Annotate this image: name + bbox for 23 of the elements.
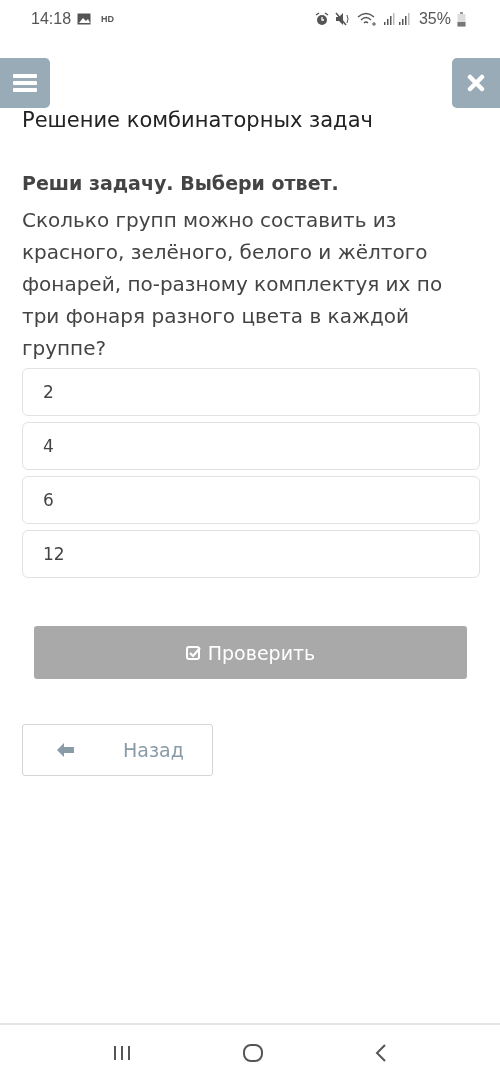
battery-percent: 35% (418, 10, 451, 28)
answer-option[interactable]: 12 (22, 530, 480, 578)
page-title: Решение комбинаторных задач (22, 108, 374, 132)
hd-label: HD (101, 14, 115, 24)
home-icon[interactable] (243, 1044, 263, 1062)
status-time: 14:18 (31, 10, 72, 28)
arrow-left-icon (57, 743, 75, 757)
battery-icon (457, 11, 466, 27)
signal-icon (382, 12, 413, 26)
wifi-icon (356, 12, 377, 26)
mute-icon (334, 12, 351, 26)
image-icon (77, 13, 92, 25)
answer-option[interactable]: 6 (22, 476, 480, 524)
recent-apps-icon[interactable] (113, 1045, 131, 1061)
question-text: Сколько групп можно составить из красного, зелёного, белого и жёлтого фонарей, по-разному комплектуя их по три фонаря разного цвета в каждой группе? (22, 207, 444, 362)
close-icon (467, 74, 485, 92)
menu-icon (13, 73, 37, 93)
checkbox-icon (185, 644, 202, 661)
back-icon[interactable] (375, 1044, 387, 1062)
answer-option[interactable]: 2 (22, 368, 480, 416)
answer-option[interactable]: 4 (22, 422, 480, 470)
alarm-icon (314, 12, 329, 26)
task-instruction: Реши задачу. Выбери ответ. (22, 172, 340, 194)
